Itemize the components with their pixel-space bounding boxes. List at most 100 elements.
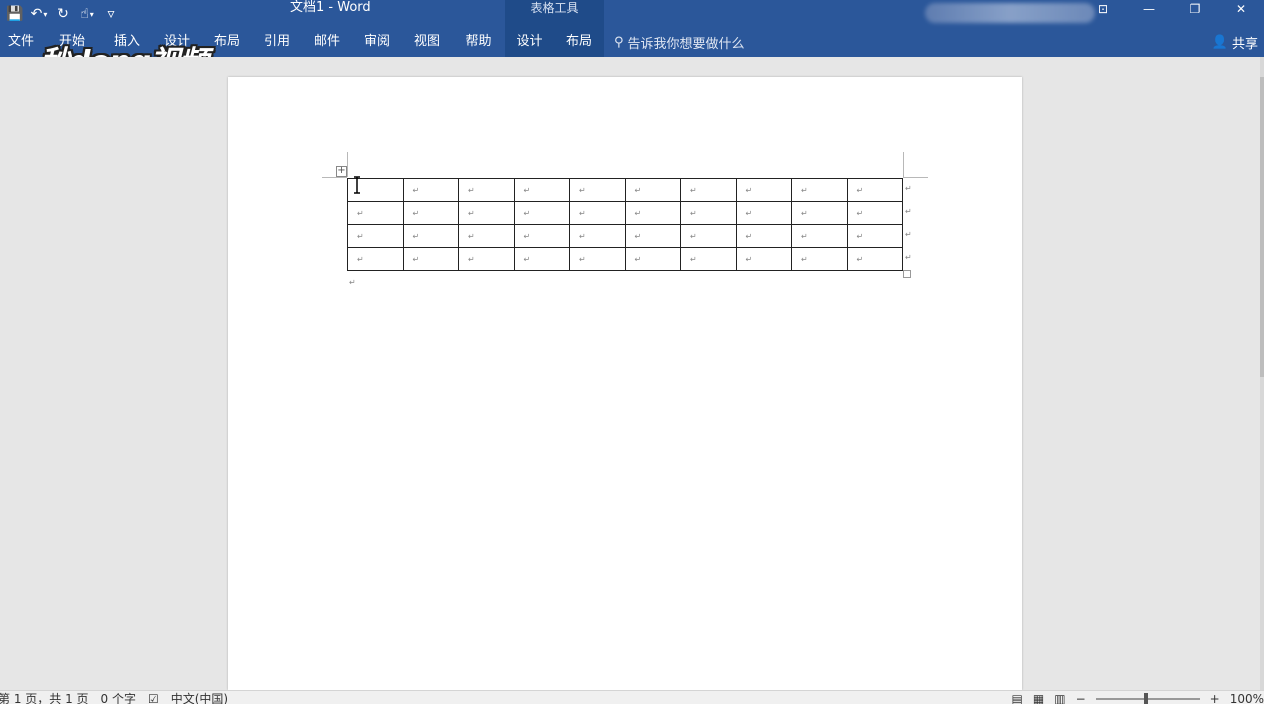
tab-file[interactable]: 文件 — [0, 28, 42, 57]
scrollbar-thumb[interactable] — [1260, 77, 1264, 377]
table-cell[interactable]: ↵ — [569, 247, 626, 271]
ibeam-cursor-icon — [354, 176, 360, 194]
table-cell[interactable]: ↵ — [402, 247, 459, 271]
table-cell[interactable]: ↵ — [624, 247, 681, 271]
touch-dropdown-icon[interactable]: ▾ — [90, 10, 94, 19]
row-end-mark: ↵ — [905, 184, 912, 193]
table-cell[interactable]: ↵ — [624, 224, 681, 248]
undo-dropdown-icon[interactable]: ▾ — [43, 10, 47, 19]
table-cell[interactable]: ↵ — [347, 247, 404, 271]
table-cell[interactable]: ↵ — [735, 178, 792, 202]
account-name-blurred[interactable] — [925, 3, 1095, 23]
table-cell[interactable]: ↵ — [513, 178, 570, 202]
vertical-scrollbar[interactable] — [1260, 57, 1264, 690]
print-layout-icon[interactable]: ▦ — [1033, 692, 1044, 704]
margin-mark-left-vertical — [347, 152, 348, 177]
title-bar: 💾 ↶ ▾ ↻ ☝ ▾ ▿ 文档1 - Word 表格工具 ⊡ — ❐ ✕ — [0, 0, 1264, 57]
table-cell[interactable]: ↵ — [791, 178, 848, 202]
share-button[interactable]: 👤 共享 — [1212, 28, 1258, 57]
table-row: ↵ ↵ ↵ ↵ ↵ ↵ ↵ ↵ ↵ ↵ — [347, 224, 903, 248]
table-resize-handle[interactable] — [903, 270, 911, 278]
table-cell[interactable]: ↵ — [846, 178, 903, 202]
tab-table-layout[interactable]: 布局 — [554, 28, 604, 57]
table-cell[interactable]: ↵ — [846, 224, 903, 248]
table-cell[interactable]: ↵ — [458, 247, 515, 271]
zoom-in-button[interactable]: + — [1210, 692, 1220, 704]
tab-view[interactable]: 视图 — [402, 28, 452, 57]
table-cell[interactable]: ↵ — [791, 224, 848, 248]
customize-qat-icon[interactable]: ▿ — [102, 3, 120, 25]
zoom-level[interactable]: 100% — [1230, 692, 1264, 704]
table-cell[interactable]: ↵ — [513, 201, 570, 225]
tab-table-design[interactable]: 设计 — [505, 28, 554, 57]
table-move-handle[interactable]: + — [336, 166, 347, 177]
save-icon[interactable]: 💾 — [6, 3, 24, 25]
page-count[interactable]: 第 1 页，共 1 页 — [0, 692, 89, 704]
table-row: ↵ ↵ ↵ ↵ ↵ ↵ ↵ ↵ ↵ — [347, 178, 903, 202]
table-cell[interactable]: ↵ — [624, 178, 681, 202]
status-right: ▤ ▦ ▥ − + 100% — [1012, 692, 1264, 704]
redo-icon[interactable]: ↻ — [54, 3, 72, 25]
table-cell[interactable]: ↵ — [846, 247, 903, 271]
table-cell[interactable]: ↵ — [624, 201, 681, 225]
table-row: ↵ ↵ ↵ ↵ ↵ ↵ ↵ ↵ ↵ ↵ — [347, 247, 903, 271]
zoom-slider[interactable] — [1095, 693, 1200, 704]
table-cell[interactable]: ↵ — [735, 247, 792, 271]
table-cell[interactable]: ↵ — [680, 201, 737, 225]
person-icon: 👤 — [1211, 35, 1228, 50]
touch-mode-button[interactable]: ☝ ▾ — [78, 3, 96, 25]
table-tools-label: 表格工具 — [530, 1, 579, 15]
word-count[interactable]: 0 个字 — [101, 692, 136, 704]
undo-button[interactable]: ↶ ▾ — [30, 3, 48, 25]
proofing-icon[interactable]: ☑ — [148, 692, 159, 704]
language-indicator[interactable]: 中文(中国) — [171, 692, 228, 704]
table-cell[interactable]: ↵ — [680, 224, 737, 248]
minimize-icon[interactable]: — — [1126, 0, 1172, 18]
table-cell[interactable]: ↵ — [513, 247, 570, 271]
document-title: 文档1 - Word — [290, 0, 371, 15]
web-layout-icon[interactable]: ▥ — [1054, 692, 1065, 704]
table-cell[interactable]: ↵ — [402, 178, 459, 202]
touch-icon: ☝ — [80, 6, 89, 22]
table-cell[interactable]: ↵ — [402, 201, 459, 225]
zoom-out-button[interactable]: − — [1076, 692, 1086, 704]
tell-me-search[interactable]: ⚲ 告诉我你想要做什么 — [614, 28, 745, 57]
table-cell[interactable]: ↵ — [458, 224, 515, 248]
search-placeholder: 告诉我你想要做什么 — [627, 37, 745, 52]
table-cell[interactable]: ↵ — [569, 201, 626, 225]
table-cell[interactable]: ↵ — [458, 178, 515, 202]
quick-access-toolbar: 💾 ↶ ▾ ↻ ☝ ▾ ▿ — [6, 0, 120, 28]
table-cell[interactable]: ↵ — [513, 224, 570, 248]
zoom-slider-knob[interactable] — [1143, 693, 1148, 704]
table-cell[interactable]: ↵ — [680, 178, 737, 202]
restore-icon[interactable]: ❐ — [1172, 0, 1218, 18]
table-cell[interactable]: ↵ — [402, 224, 459, 248]
table-cell[interactable]: ↵ — [569, 224, 626, 248]
table-cell[interactable]: ↵ — [735, 224, 792, 248]
table-cell[interactable]: ↵ — [569, 178, 626, 202]
table-cell[interactable]: ↵ — [846, 201, 903, 225]
table-cell[interactable]: ↵ — [347, 201, 404, 225]
table-cell[interactable]: ↵ — [347, 224, 404, 248]
undo-icon: ↶ — [30, 6, 43, 22]
table-cell[interactable]: ↵ — [735, 201, 792, 225]
table-cell[interactable]: ↵ — [458, 201, 515, 225]
table-cell[interactable]: ↵ — [680, 247, 737, 271]
paragraph-mark: ↵ — [349, 278, 356, 287]
tab-mailings[interactable]: 邮件 — [302, 28, 352, 57]
row-end-mark: ↵ — [905, 207, 912, 216]
tab-references[interactable]: 引用 — [252, 28, 302, 57]
table-cell[interactable]: ↵ — [791, 247, 848, 271]
search-icon: ⚲ — [614, 35, 624, 50]
tab-layout[interactable]: 布局 — [202, 28, 252, 57]
document-table[interactable]: ↵ ↵ ↵ ↵ ↵ ↵ ↵ ↵ ↵ ↵ ↵ ↵ ↵ ↵ ↵ ↵ ↵ ↵ ↵ ↵ ↵ ↵ ↵ ↵ ↵ ↵ ↵ ↵ ↵ ↵ ↵ ↵ ↵ ↵ ↵ ↵ ↵ ↵ ↵ — [347, 178, 903, 271]
row-end-mark: ↵ — [905, 253, 912, 262]
table-cell[interactable]: ↵ — [791, 201, 848, 225]
tab-review[interactable]: 审阅 — [352, 28, 402, 57]
read-mode-icon[interactable]: ▤ — [1012, 692, 1023, 704]
close-icon[interactable]: ✕ — [1218, 0, 1264, 18]
share-label: 共享 — [1231, 37, 1258, 52]
margin-mark-right — [903, 177, 928, 178]
tab-help[interactable]: 帮助 — [452, 28, 505, 57]
ribbon-display-options-icon[interactable]: ⊡ — [1080, 0, 1126, 18]
